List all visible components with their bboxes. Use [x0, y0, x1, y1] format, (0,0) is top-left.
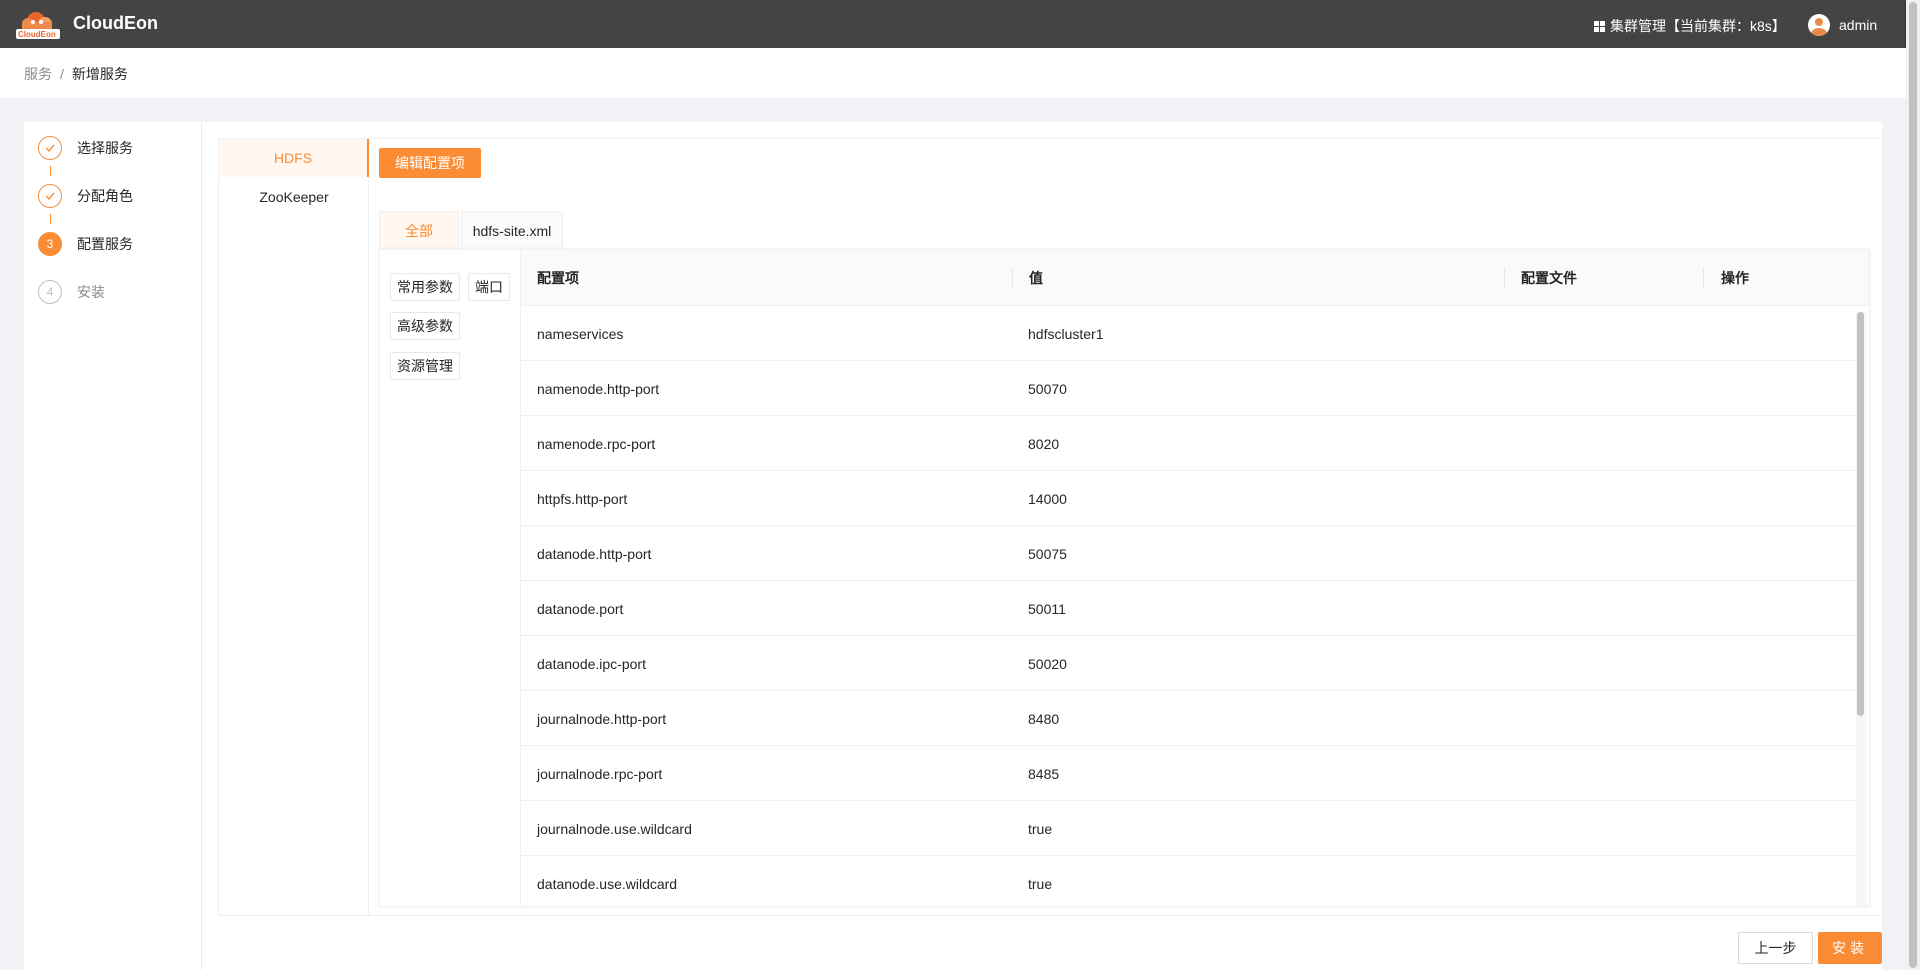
column-divider [1012, 267, 1013, 289]
config-value: 50075 [1028, 545, 1067, 562]
config-name: journalnode.use.wildcard [537, 820, 692, 837]
user-avatar-icon [1808, 14, 1830, 36]
step-configure-service[interactable]: 3 配置服务 [38, 232, 133, 256]
grid-icon [1594, 20, 1605, 32]
config-value: true [1028, 875, 1053, 892]
step-install[interactable]: 4 安装 [38, 280, 105, 304]
table-row[interactable]: journalnode.use.wildcard true [521, 801, 1855, 856]
config-name: datanode.ipc-port [537, 655, 646, 672]
config-value: 50020 [1028, 655, 1067, 672]
steps-sidebar: 选择服务 分配角色 3 配置服务 4 安装 [24, 122, 202, 970]
config-value: 8480 [1028, 710, 1060, 727]
config-value: hdfscluster1 [1028, 325, 1104, 342]
service-item-hdfs[interactable]: HDFS [219, 139, 369, 177]
main-card: 选择服务 分配角色 3 配置服务 4 安装 HDFS ZooKeeper 编辑配… [24, 122, 1882, 970]
logo-text: CloudEon [18, 30, 56, 39]
config-value: 8020 [1028, 435, 1060, 452]
table-scrollbar-thumb[interactable] [1857, 312, 1864, 716]
config-name: nameservices [537, 325, 624, 342]
table-row[interactable]: datanode.http-port 50075 [521, 526, 1855, 581]
table-row[interactable]: namenode.http-port 50070 [521, 361, 1855, 416]
check-icon [38, 184, 62, 208]
column-divider [1504, 267, 1505, 289]
table-row[interactable]: namenode.rpc-port 8020 [521, 416, 1855, 471]
table-row[interactable]: httpfs.http-port 14000 [521, 471, 1855, 526]
step-select-service[interactable]: 选择服务 [38, 136, 133, 160]
step-label: 选择服务 [77, 140, 133, 156]
table-body: nameservices hdfscluster1 namenode.http-… [521, 306, 1855, 906]
category-common-params[interactable]: 常用参数 [390, 273, 460, 301]
cluster-label: 集群管理【当前集群：k8s】 [1610, 18, 1786, 34]
breadcrumb-current: 新增服务 [71, 66, 128, 82]
column-header-file: 配置文件 [1521, 270, 1577, 286]
edit-config-button[interactable]: 编辑配置项 [379, 148, 481, 178]
step-number: 4 [38, 280, 62, 304]
step-connector [50, 166, 51, 176]
cluster-management-menu[interactable]: 集群管理【当前集群：k8s】 [1594, 16, 1786, 36]
config-content: HDFS ZooKeeper 编辑配置项 全部 hdfs-site.xml 常用… [218, 138, 1882, 916]
page-scrollbar[interactable] [1906, 0, 1920, 970]
config-name: datanode.port [537, 600, 624, 617]
config-panel: 常用参数 端口 高级参数 资源管理 配置项 值 配置文件 操作 nameserv… [379, 249, 1870, 907]
breadcrumb: 服务 / 新增服务 [24, 64, 128, 84]
table-header: 配置项 值 配置文件 操作 [521, 250, 1869, 306]
cloudeon-logo-icon[interactable]: CloudEon [14, 9, 62, 41]
config-name: journalnode.rpc-port [537, 765, 663, 782]
service-item-zookeeper[interactable]: ZooKeeper [219, 178, 369, 216]
column-header-actions: 操作 [1721, 270, 1749, 286]
user-name: admin [1839, 17, 1878, 33]
check-icon [38, 136, 62, 160]
step-label: 安装 [77, 284, 105, 300]
previous-step-button[interactable]: 上一步 [1738, 932, 1813, 964]
tab-all[interactable]: 全部 [379, 211, 459, 249]
column-header-value: 值 [1029, 270, 1043, 286]
table-row[interactable]: journalnode.http-port 8480 [521, 691, 1855, 746]
breadcrumb-bar: 服务 / 新增服务 [0, 48, 1906, 98]
table-row[interactable]: nameservices hdfscluster1 [521, 306, 1855, 361]
config-name: httpfs.http-port [537, 490, 628, 507]
config-value: true [1028, 820, 1053, 837]
tab-hdfs-site[interactable]: hdfs-site.xml [461, 211, 563, 249]
config-table: 配置项 值 配置文件 操作 nameservices hdfscluster1 … [521, 250, 1869, 906]
page-scrollbar-thumb[interactable] [1909, 2, 1917, 968]
install-button[interactable]: 安装 [1818, 932, 1882, 964]
config-value: 14000 [1028, 490, 1067, 507]
step-label: 分配角色 [77, 188, 133, 204]
column-header-name: 配置项 [537, 270, 579, 286]
category-filters: 常用参数 端口 高级参数 资源管理 [380, 250, 521, 906]
step-connector [50, 214, 51, 224]
category-resource-management[interactable]: 资源管理 [390, 352, 460, 380]
config-value: 50070 [1028, 380, 1067, 397]
config-name: namenode.http-port [537, 380, 660, 397]
config-name: journalnode.http-port [537, 710, 667, 727]
user-menu[interactable]: admin [1808, 14, 1877, 36]
table-scrollbar[interactable] [1856, 312, 1866, 906]
table-row[interactable]: datanode.use.wildcard true [521, 856, 1855, 906]
table-row[interactable]: datanode.ipc-port 50020 [521, 636, 1855, 691]
config-value: 50011 [1028, 600, 1066, 617]
step-label: 配置服务 [77, 236, 133, 252]
step-number: 3 [38, 232, 62, 256]
brand-title[interactable]: CloudEon [73, 13, 158, 34]
config-name: namenode.rpc-port [537, 435, 656, 452]
step-assign-roles[interactable]: 分配角色 [38, 184, 133, 208]
config-name: datanode.http-port [537, 545, 652, 562]
breadcrumb-separator: / [60, 66, 64, 82]
table-row[interactable]: journalnode.rpc-port 8485 [521, 746, 1855, 801]
category-ports[interactable]: 端口 [468, 273, 510, 301]
config-value: 8485 [1028, 765, 1060, 782]
service-list: HDFS ZooKeeper [219, 139, 369, 915]
category-advanced-params[interactable]: 高级参数 [390, 312, 460, 340]
config-name: datanode.use.wildcard [537, 875, 678, 892]
column-divider [1703, 267, 1704, 289]
table-row[interactable]: datanode.port 50011 [521, 581, 1855, 636]
top-navbar: CloudEon CloudEon 集群管理【当前集群：k8s】 admin [0, 0, 1906, 48]
breadcrumb-root[interactable]: 服务 [24, 66, 52, 82]
